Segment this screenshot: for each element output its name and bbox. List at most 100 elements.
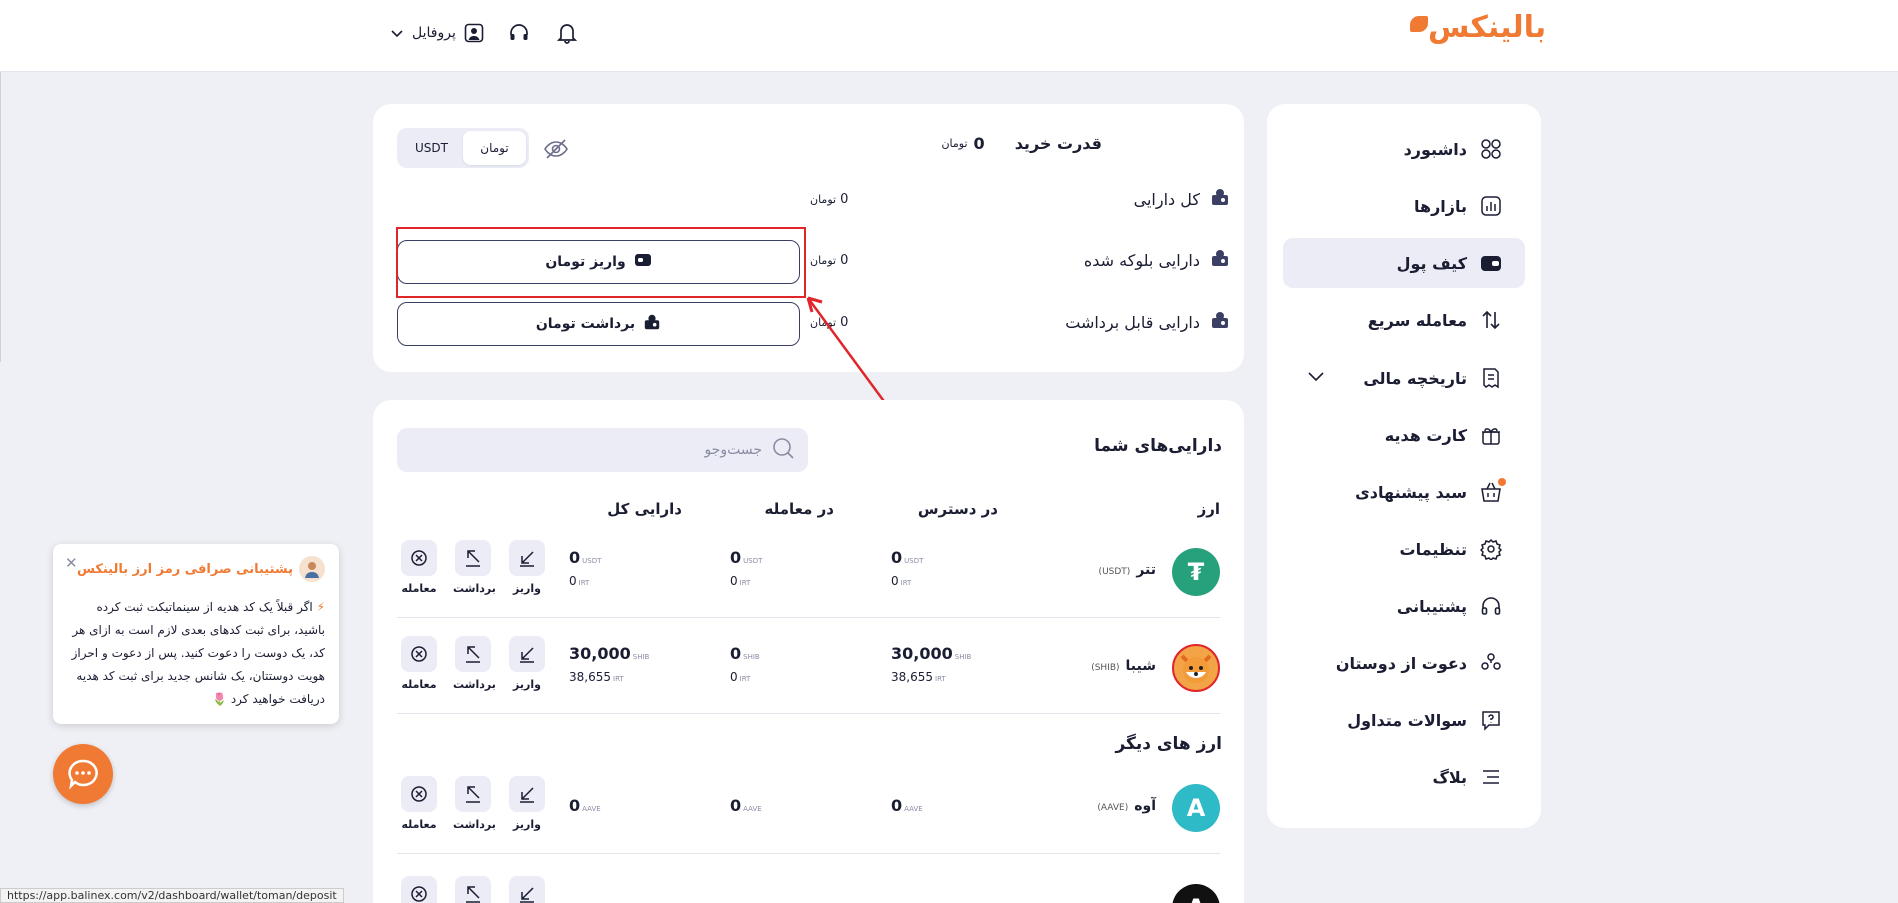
- total-amount: 0 USDT: [569, 548, 601, 567]
- trade-action[interactable]: معامله: [399, 636, 439, 691]
- trade-action[interactable]: [399, 876, 439, 903]
- sidebar-item-blog[interactable]: بلاگ: [1283, 752, 1525, 802]
- bell-icon[interactable]: [554, 20, 580, 46]
- eye-off-icon[interactable]: [543, 136, 569, 166]
- sidebar-item-settings[interactable]: تنظیمات: [1283, 524, 1525, 574]
- withdraw-action[interactable]: برداشت: [453, 636, 496, 691]
- table-row[interactable]: A آوه (AAVE) 0 AAVE 0 AAVE 0 AAVE واریز بردا…: [397, 758, 1220, 854]
- withdraw-toman-label: برداشت تومان: [535, 316, 636, 332]
- avatar: [299, 556, 325, 582]
- trade-icon: [401, 876, 437, 903]
- sidebar-item-gift-card[interactable]: کارت هدیه: [1283, 410, 1525, 460]
- amount-text: 38,655: [891, 670, 933, 684]
- withdraw-arrow-icon: [455, 776, 491, 812]
- sidebar-item-label: بلاگ: [1432, 767, 1467, 787]
- sidebar: داشبورد بازارها کیف پول معامله سریع تاری…: [1267, 104, 1541, 828]
- sidebar-item-quick-trade[interactable]: معامله سریع: [1283, 295, 1525, 345]
- coin-logo-icon: A: [1172, 884, 1220, 903]
- amount-text: 0: [891, 574, 899, 588]
- toggle-toman[interactable]: تومان: [463, 131, 526, 165]
- profile-menu[interactable]: پروفایل: [390, 23, 484, 43]
- sidebar-item-wallet[interactable]: کیف پول: [1283, 238, 1525, 288]
- withdraw-action[interactable]: برداشت: [453, 776, 496, 831]
- deposit-action[interactable]: واریز: [507, 540, 547, 595]
- table-row[interactable]: A: [397, 874, 1220, 903]
- unit: AAVE: [743, 805, 762, 813]
- unit: IRT: [935, 675, 946, 683]
- search-icon: [772, 437, 794, 463]
- unit: IRT: [739, 675, 751, 683]
- toggle-usdt[interactable]: USDT: [400, 131, 463, 165]
- trade-action[interactable]: معامله: [399, 776, 439, 831]
- sidebar-item-label: سبد پیشنهادی: [1355, 482, 1467, 502]
- sidebar-item-label: پشتیبانی: [1396, 596, 1467, 616]
- value-text: 0: [840, 252, 849, 268]
- unit: AAVE: [582, 805, 601, 813]
- unit: IRT: [613, 675, 624, 683]
- basket-icon: [1479, 478, 1506, 504]
- total-irt: 38,655 IRT: [569, 670, 624, 684]
- currency-symbol: تومان: [810, 253, 837, 267]
- total-assets-value: تومان 0: [810, 192, 850, 207]
- menu-lines-icon: [1479, 765, 1503, 789]
- trade-action[interactable]: معامله: [399, 540, 439, 595]
- sidebar-item-dashboard[interactable]: داشبورد: [1283, 124, 1525, 174]
- sidebar-item-financial-history[interactable]: تاریخچه مالی: [1283, 353, 1525, 403]
- receipt-icon: [1479, 366, 1503, 390]
- flower-icon: 🌷: [212, 692, 227, 706]
- coin-name-text: آوه: [1134, 798, 1156, 814]
- page-edge: [0, 72, 1, 362]
- chevron-down-icon[interactable]: [1307, 371, 1325, 383]
- sidebar-item-label: کارت هدیه: [1384, 425, 1467, 445]
- other-currencies-title: ارز های دیگر: [1115, 734, 1222, 754]
- search-input[interactable]: جست‌وجو: [397, 428, 808, 472]
- table-row[interactable]: ₮ تتر (USDT) 0 USDT 0 IRT 0 USDT 0 IRT 0 USDT …: [397, 522, 1220, 618]
- action-label: واریز: [513, 678, 541, 691]
- popup-header: پشتیبانی صرافی رمز ارز بالینکس: [77, 556, 325, 582]
- available-amount: 0 USDT: [891, 548, 923, 567]
- sidebar-item-suggested-basket[interactable]: سبد پیشنهادی: [1283, 467, 1525, 517]
- in-trade-amount: 0 AAVE: [730, 796, 762, 815]
- available-irt: 38,655 IRT: [891, 670, 946, 684]
- deposit-action[interactable]: [507, 876, 547, 903]
- sidebar-item-label: سوالات متداول: [1347, 710, 1467, 730]
- sidebar-item-label: بازارها: [1413, 196, 1467, 216]
- close-icon[interactable]: ✕: [65, 554, 78, 572]
- amount-text: 0: [730, 796, 742, 815]
- action-label: برداشت: [453, 582, 496, 595]
- withdraw-toman-button[interactable]: برداشت تومان: [397, 302, 800, 346]
- amount-text: 30,000: [891, 644, 953, 663]
- brand-logo[interactable]: بالینکس: [1408, 10, 1546, 45]
- top-header: بالینکس پروفایل: [0, 0, 1898, 72]
- coin-name: تتر (USDT): [1099, 562, 1156, 578]
- profile-label: پروفایل: [412, 25, 456, 41]
- unit: USDT: [904, 557, 924, 565]
- buy-power: قدرت خرید تومان 0: [941, 134, 1102, 153]
- aave-logo-icon: A: [1172, 784, 1220, 832]
- total-amount: 30,000 SHIB: [569, 644, 649, 663]
- chat-button[interactable]: [53, 744, 113, 804]
- currency-symbol: تومان: [941, 137, 968, 150]
- buy-power-label: قدرت خرید: [1014, 134, 1102, 153]
- sidebar-item-markets[interactable]: بازارها: [1283, 181, 1525, 231]
- deposit-action[interactable]: واریز: [507, 636, 547, 691]
- trade-icon: [401, 540, 437, 576]
- unit: SHIB: [632, 653, 650, 661]
- gear-icon: [1479, 537, 1503, 561]
- action-label: واریز: [513, 818, 541, 831]
- sidebar-item-faq[interactable]: سوالات متداول: [1283, 695, 1525, 745]
- status-bar-url: https://app.balinex.com/v2/dashboard/wal…: [0, 888, 344, 903]
- withdraw-action[interactable]: [453, 876, 493, 903]
- amount-text: 0: [730, 548, 742, 567]
- shiba-logo-icon: [1172, 644, 1220, 692]
- sidebar-item-invite-friends[interactable]: دعوت از دوستان: [1283, 638, 1525, 688]
- sidebar-item-label: معامله سریع: [1367, 310, 1467, 330]
- deposit-action[interactable]: واریز: [507, 776, 547, 831]
- notification-dot: [1498, 478, 1506, 486]
- table-row[interactable]: شیبا (SHIB) 30,000 SHIB 38,655 IRT 0 SHIB 0I…: [397, 618, 1220, 714]
- support-headset-icon[interactable]: [506, 20, 532, 46]
- sidebar-item-support[interactable]: پشتیبانی: [1283, 581, 1525, 631]
- withdraw-action[interactable]: برداشت: [453, 540, 496, 595]
- total-amount: 0 AAVE: [569, 796, 601, 815]
- top-actions: پروفایل: [390, 20, 580, 46]
